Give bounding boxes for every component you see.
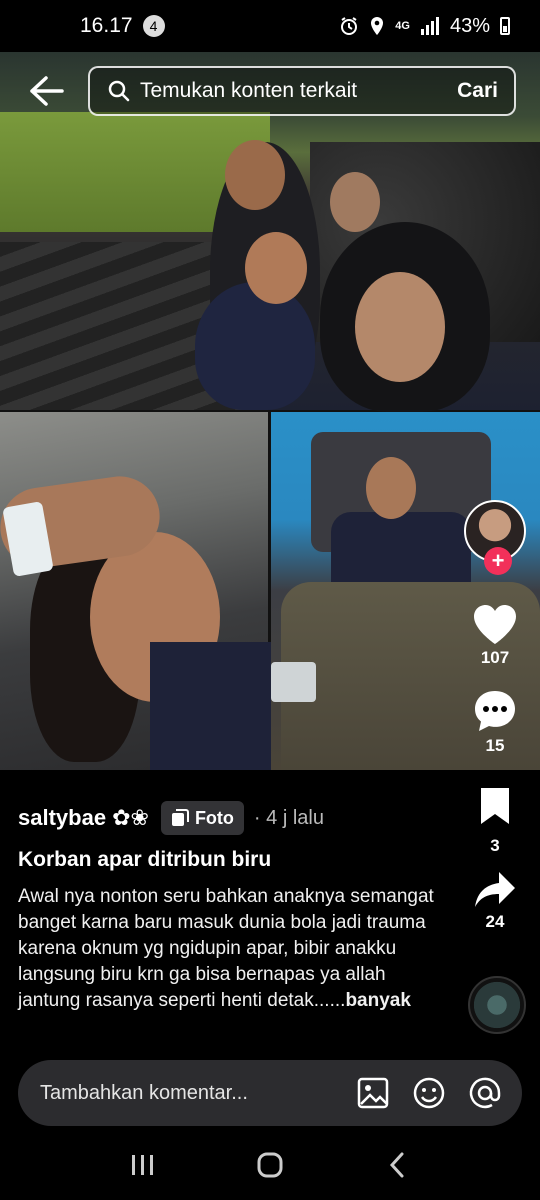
home-icon	[257, 1152, 283, 1178]
emoji-icon[interactable]	[412, 1076, 446, 1110]
status-icons: 4G 43%	[339, 15, 510, 38]
patient-face	[366, 457, 416, 519]
comment-input[interactable]: Tambahkan komentar...	[40, 1082, 334, 1105]
system-nav-bar	[0, 1130, 540, 1200]
bookmark-icon	[481, 788, 509, 824]
share-count: 24	[485, 912, 505, 931]
signal-icon	[420, 17, 439, 35]
person-woman-head	[330, 172, 380, 232]
search-icon	[108, 80, 130, 102]
notification-count-badge: 4	[142, 15, 165, 37]
recent-apps-icon	[132, 1155, 154, 1175]
person-boy-head	[245, 232, 307, 304]
recent-apps-button[interactable]	[123, 1145, 163, 1185]
alarm-icon	[341, 17, 358, 35]
share-button[interactable]: 24	[473, 870, 517, 932]
comment-button[interactable]: 15	[472, 688, 518, 756]
search-button[interactable]: Cari	[457, 79, 498, 103]
mention-icon[interactable]	[468, 1076, 502, 1110]
chevron-left-icon	[389, 1152, 404, 1178]
share-icon	[475, 872, 515, 907]
comment-count: 15	[485, 736, 505, 755]
status-bar: 16.17 4 4G 43%	[0, 0, 540, 52]
battery-percent: 43%	[449, 14, 490, 37]
creator-avatar[interactable]: +	[464, 500, 526, 575]
home-button[interactable]	[250, 1145, 290, 1185]
shirt	[150, 642, 280, 770]
post-time-ago: · 4 j lalu	[253, 806, 324, 829]
username-decoration: ✿❀	[112, 805, 149, 830]
save-button[interactable]: 3	[478, 786, 512, 856]
comment-bar[interactable]: Tambahkan komentar...	[18, 1060, 522, 1126]
medical-device	[271, 662, 316, 702]
battery-icon	[500, 17, 510, 35]
status-time: 16.17	[80, 14, 133, 37]
like-count: 107	[480, 648, 510, 667]
save-count: 3	[490, 836, 500, 855]
photo-type-badge: Foto	[160, 801, 244, 835]
username-row: saltybae ✿❀ Foto · 4 j lalu	[18, 798, 448, 838]
music-disc-icon[interactable]	[468, 976, 526, 1034]
like-button[interactable]: 107	[471, 602, 519, 668]
search-input[interactable]: Temukan konten terkait	[140, 79, 457, 103]
back-arrow-icon[interactable]	[28, 74, 64, 108]
username[interactable]: saltybae	[18, 805, 106, 831]
back-nav-button[interactable]	[377, 1145, 417, 1185]
post-title: Korban apar ditribun biru	[18, 848, 272, 871]
comment-icon	[475, 691, 515, 731]
post-info: saltybae ✿❀ Foto · 4 j lalu Korban apar …	[18, 798, 448, 1014]
image-icon[interactable]	[356, 1076, 390, 1110]
follow-plus-icon[interactable]: +	[484, 547, 512, 575]
photo-type-label: Foto	[194, 807, 234, 828]
hospital-photo-closeup	[0, 412, 280, 770]
heart-icon	[474, 605, 516, 644]
photo-stack-icon	[171, 809, 189, 826]
person-father-head	[225, 140, 285, 210]
search-bar[interactable]: Temukan konten terkait Cari	[88, 66, 516, 116]
action-rail: + 107 15 3 24	[462, 500, 528, 932]
post-photo-collage[interactable]	[0, 52, 540, 770]
network-type: 4G	[395, 20, 410, 32]
person-girl-head	[355, 272, 445, 382]
see-more-link[interactable]: banyak	[345, 990, 410, 1011]
post-description[interactable]: Awal nya nonton seru bahkan anaknya sema…	[18, 884, 438, 1014]
person-boy	[195, 282, 315, 410]
location-icon	[371, 17, 384, 35]
